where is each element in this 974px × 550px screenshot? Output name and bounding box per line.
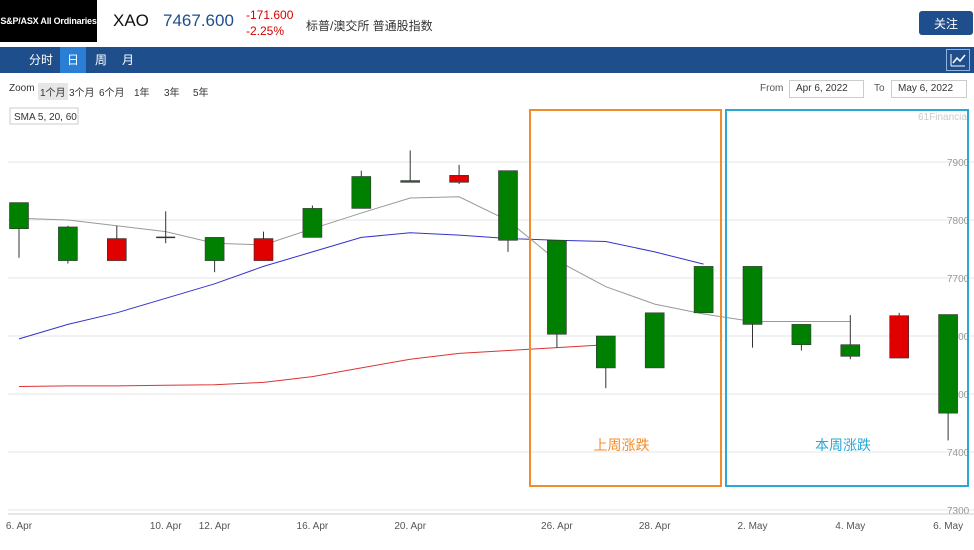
x-tick-label: 28. Apr <box>639 521 671 532</box>
price-change-pct: -2.25% <box>246 24 285 38</box>
candle-body <box>253 238 274 261</box>
candle <box>400 150 421 183</box>
candle <box>302 205 323 238</box>
zoom-1y-button[interactable]: 1年 <box>132 83 152 100</box>
zoom-label: Zoom <box>9 83 35 94</box>
candle <box>742 266 763 348</box>
y-tick-label: 7300 <box>947 506 970 517</box>
zoom-5y-button[interactable]: 5年 <box>191 83 211 100</box>
chart-area: 7900 7800 7700 7600 7500 7400 7300 61Financial S… <box>0 104 974 550</box>
y-tick-label: 7900 <box>947 158 970 169</box>
candle <box>9 202 29 258</box>
header: S&P/ASX All Ordinaries XAO 7467.600 -171… <box>0 0 974 42</box>
candle <box>156 211 176 244</box>
candle-body <box>693 266 714 314</box>
candle-body <box>58 226 78 261</box>
candlestick-chart: 790078007700760075007400730061FinancialS… <box>6 107 974 532</box>
candle <box>498 170 518 252</box>
zoom-6m-button[interactable]: 6个月 <box>97 83 127 100</box>
annotation-label: 上周涨跌 <box>594 437 650 453</box>
price: 7467.600 <box>163 11 234 30</box>
candle <box>791 324 812 351</box>
tab-daily[interactable]: 日 <box>60 47 86 73</box>
index-logo: S&P/ASX All Ordinaries <box>0 0 97 42</box>
tab-monthly[interactable]: 月 <box>115 47 141 73</box>
to-date-input[interactable]: May 6, 2022 <box>891 80 967 98</box>
trend-chart-icon[interactable] <box>946 49 970 71</box>
candle <box>449 164 469 185</box>
candle-body <box>742 266 763 325</box>
indicator-label: SMA 5, 20, 60 <box>14 112 77 123</box>
y-tick-label: 7800 <box>947 216 970 227</box>
candle <box>644 312 665 369</box>
candle <box>595 335 616 389</box>
y-tick-label: 7700 <box>947 274 970 285</box>
candle-body <box>204 237 225 261</box>
sma60-line <box>18 344 606 387</box>
candle-body <box>9 202 29 229</box>
candle-body <box>791 324 812 345</box>
x-tick-label: 26. Apr <box>541 521 573 532</box>
candle-body <box>547 240 567 335</box>
x-tick-label: 12. Apr <box>199 521 231 532</box>
zoom-3y-button[interactable]: 3年 <box>162 83 182 100</box>
candle <box>693 266 714 314</box>
candle <box>547 240 567 348</box>
candle-body <box>107 238 127 261</box>
period-tab-bar: 分时 日 周 月 <box>0 47 974 73</box>
candle <box>58 225 78 264</box>
from-label: From <box>760 83 784 94</box>
candle-body <box>351 176 372 209</box>
x-tick-label: 2. May <box>737 521 767 532</box>
zoom-1m-button[interactable]: 1个月 <box>38 83 68 100</box>
watermark: 61Financial <box>918 112 969 123</box>
candle-body <box>595 335 616 369</box>
candle <box>889 312 910 359</box>
tab-weekly[interactable]: 周 <box>88 47 114 73</box>
candle-body <box>938 314 958 414</box>
x-tick-label: 16. Apr <box>297 521 329 532</box>
tab-intraday[interactable]: 分时 <box>22 47 60 73</box>
y-tick-label: 7400 <box>947 448 970 459</box>
zoom-3m-button[interactable]: 3个月 <box>67 83 97 100</box>
candle-body <box>840 344 861 357</box>
candle <box>351 170 372 209</box>
zoom-row: Zoom 1个月 3个月 6个月 1年 3年 5年 From Apr 6, 20… <box>0 80 974 100</box>
candle <box>253 231 274 261</box>
index-description: 标普/澳交所 普通股指数 <box>306 19 433 33</box>
candle-body <box>302 208 323 238</box>
x-tick-label: 6. May <box>933 521 963 532</box>
x-tick-label: 6. Apr <box>6 521 33 532</box>
candle-body <box>644 312 665 369</box>
annotation-label: 本周涨跌 <box>815 437 871 453</box>
candle-body <box>889 315 910 359</box>
follow-button[interactable]: 关注 <box>919 11 973 35</box>
x-tick-label: 10. Apr <box>150 521 182 532</box>
from-date-input[interactable]: Apr 6, 2022 <box>789 80 864 98</box>
x-tick-label: 20. Apr <box>394 521 426 532</box>
to-label: To <box>874 83 885 94</box>
candle-body <box>400 180 421 183</box>
x-tick-label: 4. May <box>835 521 865 532</box>
candle-body <box>498 170 518 241</box>
candle <box>938 314 958 441</box>
price-change: -171.600 <box>246 8 294 22</box>
candle <box>107 225 127 261</box>
symbol: XAO <box>113 11 149 30</box>
candle <box>204 237 225 273</box>
candle-body <box>449 175 469 183</box>
